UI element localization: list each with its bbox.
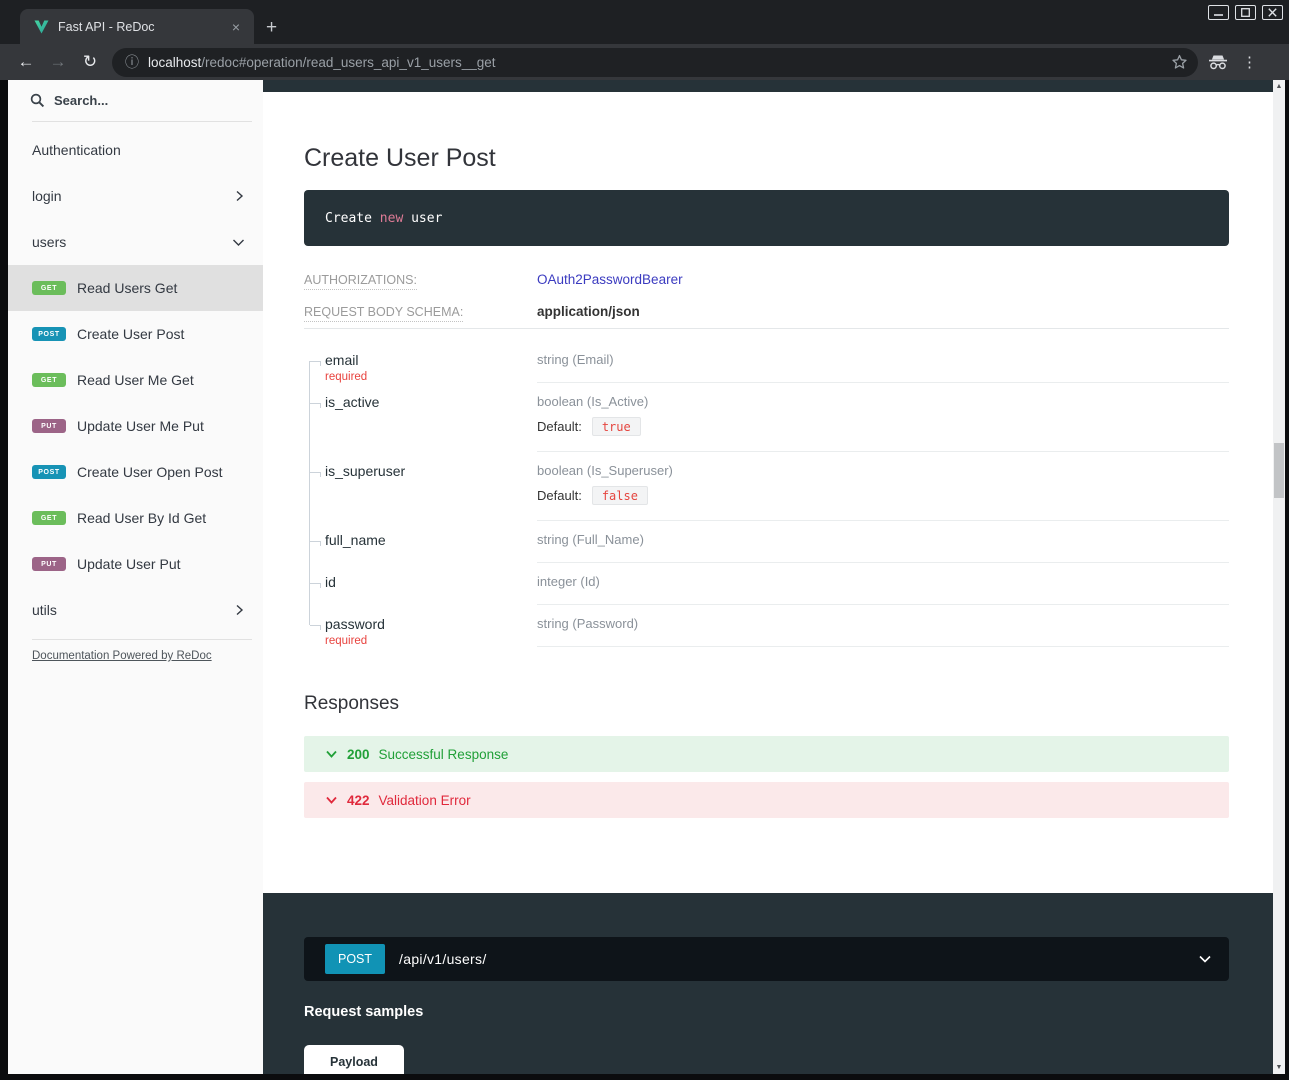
schema-field-is-superuser[interactable]: is_superuser boolean (Is_Superuser) Defa… — [304, 452, 1229, 521]
redoc-sidebar: Authentication login users GET Read User… — [8, 80, 263, 1074]
default-label: Default: — [537, 488, 582, 503]
oauth2-password-bearer-link[interactable]: OAuth2PasswordBearer — [537, 272, 683, 287]
default-value-chip: true — [592, 417, 641, 436]
search-icon — [30, 93, 45, 108]
scroll-up-arrow[interactable]: ▲ — [1273, 83, 1285, 90]
sidebar-item-read-user-me-get[interactable]: GET Read User Me Get — [8, 357, 263, 403]
redoc-content: Create User Post Create new user AUTHORI… — [263, 80, 1273, 1074]
sidebar-item-read-user-by-id-get[interactable]: GET Read User By Id Get — [8, 495, 263, 541]
chevron-down-icon — [232, 236, 245, 248]
get-method-badge: GET — [32, 281, 66, 295]
maximize-icon — [1241, 8, 1250, 17]
response-200-toggle[interactable]: 200 Successful Response — [304, 736, 1229, 772]
authorizations-label: AUTHORIZATIONS: — [304, 273, 537, 287]
tab-close-icon[interactable]: × — [228, 18, 244, 36]
browser-toolbar: ← → ↻ ⓘ localhost /redoc#operation/read_… — [0, 44, 1289, 80]
schema-field-email[interactable]: email required string (Email) — [304, 341, 1229, 383]
schema-field-password[interactable]: password required string (Password) — [304, 605, 1229, 647]
back-button[interactable]: ← — [10, 52, 42, 72]
tab-payload[interactable]: Payload — [304, 1045, 404, 1074]
content-type: application/json — [537, 304, 640, 319]
responses-title: Responses — [304, 693, 1229, 715]
endpoint-dropdown[interactable]: POST /api/v1/users/ — [304, 937, 1229, 981]
get-method-badge: GET — [32, 511, 66, 525]
samples-panel: POST /api/v1/users/ Request samples Payl… — [263, 893, 1273, 1074]
search-box[interactable] — [8, 80, 263, 115]
url-path: /redoc#operation/read_users_api_v1_users… — [201, 55, 1163, 70]
request-samples-heading: Request samples — [304, 1004, 1229, 1020]
post-method-badge: POST — [325, 944, 385, 974]
get-method-badge: GET — [32, 373, 66, 387]
browser-tab[interactable]: Fast API - ReDoc × — [20, 9, 254, 44]
schema-field-full-name[interactable]: full_name string (Full_Name) — [304, 521, 1229, 563]
powered-by-redoc-link[interactable]: Documentation Powered by ReDoc — [32, 650, 239, 662]
window-close-button[interactable] — [1262, 5, 1283, 20]
close-icon — [1268, 8, 1277, 17]
scrollbar-thumb[interactable] — [1274, 443, 1284, 498]
schema-field-is-active[interactable]: is_active boolean (Is_Active) Default:tr… — [304, 383, 1229, 452]
window-minimize-button[interactable] — [1208, 5, 1229, 20]
chevron-down-icon — [325, 794, 338, 806]
sidebar-item-read-users-get[interactable]: GET Read Users Get — [8, 265, 263, 311]
reload-button[interactable]: ↻ — [74, 52, 106, 72]
sidebar-item-create-user-post[interactable]: POST Create User Post — [8, 311, 263, 357]
put-method-badge: PUT — [32, 419, 66, 433]
sidebar-item-update-user-put[interactable]: PUT Update User Put — [8, 541, 263, 587]
required-flag: required — [325, 635, 537, 647]
url-host: localhost — [148, 55, 201, 70]
request-body-schema: email required string (Email) is_active … — [304, 341, 1229, 647]
sidebar-item-utils[interactable]: utils — [8, 587, 263, 633]
site-info-icon[interactable]: ⓘ — [125, 52, 139, 72]
required-flag: required — [325, 371, 537, 383]
chevron-right-icon — [233, 604, 245, 616]
response-422-toggle[interactable]: 422 Validation Error — [304, 782, 1229, 818]
endpoint-path: /api/v1/users/ — [399, 951, 1198, 967]
schema-top-divider — [304, 328, 1229, 329]
browser-titlebar: Fast API - ReDoc × + — [0, 0, 1289, 44]
request-body-schema-label: REQUEST BODY SCHEMA: — [304, 305, 537, 319]
chevron-down-icon — [1198, 953, 1212, 965]
favicon — [34, 20, 49, 34]
incognito-icon — [1208, 54, 1228, 70]
tab-title: Fast API - ReDoc — [58, 20, 228, 34]
schema-field-id[interactable]: id integer (Id) — [304, 563, 1229, 605]
sidebar-item-update-user-me-put[interactable]: PUT Update User Me Put — [8, 403, 263, 449]
sidebar-item-authentication[interactable]: Authentication — [8, 127, 263, 173]
page-scrollbar[interactable]: ▲ ▼ — [1273, 80, 1285, 1074]
new-tab-button[interactable]: + — [266, 18, 277, 37]
put-method-badge: PUT — [32, 557, 66, 571]
chevron-right-icon — [233, 190, 245, 202]
forward-button[interactable]: → — [42, 52, 74, 72]
default-value-chip: false — [592, 486, 648, 505]
operation-title: Create User Post — [304, 144, 1229, 173]
post-method-badge: POST — [32, 465, 66, 479]
previous-panel-strip — [263, 80, 1273, 92]
sidebar-divider — [32, 639, 252, 640]
post-method-badge: POST — [32, 327, 66, 341]
sidebar-item-users[interactable]: users — [8, 219, 263, 265]
window-maximize-button[interactable] — [1235, 5, 1256, 20]
bookmark-star-button[interactable] — [1171, 54, 1188, 70]
browser-menu-button[interactable]: ⋮ — [1242, 53, 1257, 71]
sidebar-divider — [32, 121, 252, 122]
chevron-down-icon — [325, 748, 338, 760]
star-icon — [1171, 54, 1188, 70]
address-bar[interactable]: ⓘ localhost /redoc#operation/read_users_… — [112, 48, 1198, 77]
operation-description-code: Create new user — [304, 190, 1229, 246]
minimize-icon — [1214, 9, 1223, 17]
incognito-button[interactable] — [1208, 54, 1228, 70]
code-keyword: new — [380, 211, 403, 226]
sidebar-item-create-user-open-post[interactable]: POST Create User Open Post — [8, 449, 263, 495]
scroll-down-arrow[interactable]: ▼ — [1273, 1064, 1285, 1071]
sidebar-item-login[interactable]: login — [8, 173, 263, 219]
default-label: Default: — [537, 419, 582, 434]
search-input[interactable] — [54, 93, 214, 108]
